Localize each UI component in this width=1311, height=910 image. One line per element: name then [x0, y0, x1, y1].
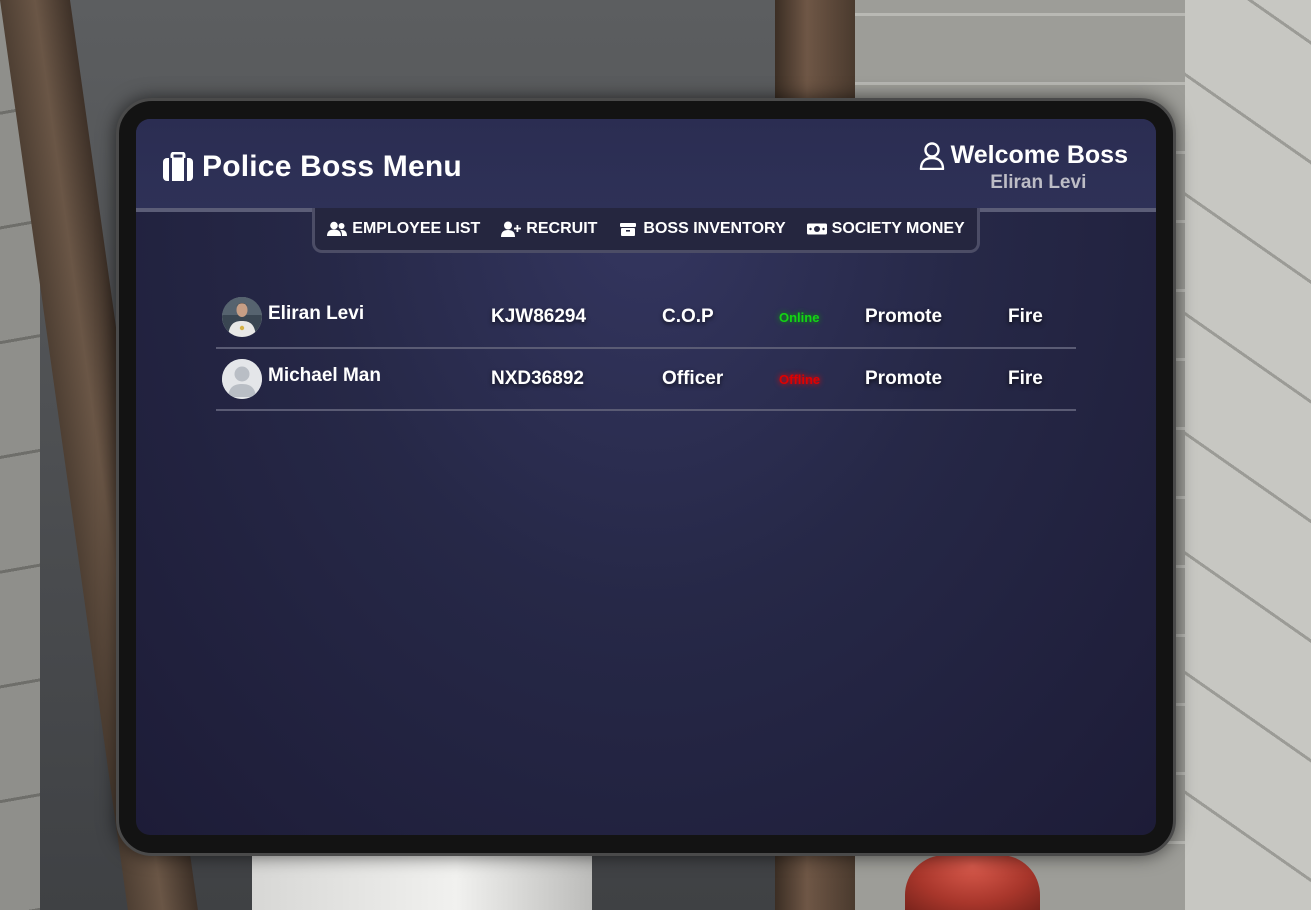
money-bill-icon	[806, 223, 827, 235]
tab-recruit[interactable]: RECRUIT	[501, 220, 597, 238]
employee-table: Eliran Levi KJW86294 C.O.P Online Promot…	[216, 287, 1076, 411]
tab-society-money-label: SOCIETY MONEY	[831, 220, 965, 237]
header: Police Boss Menu Welcome Boss Eliran Lev…	[136, 119, 1156, 212]
tab-society-money[interactable]: SOCIETY MONEY	[806, 220, 965, 238]
tablet-screen: Police Boss Menu Welcome Boss Eliran Lev…	[136, 119, 1156, 835]
tab-boss-inventory[interactable]: BOSS INVENTORY	[618, 220, 786, 238]
status-badge: Offline	[779, 371, 821, 387]
employee-rank: Officer	[662, 368, 724, 389]
welcome-title: Welcome Boss	[950, 141, 1128, 169]
employee-photo	[222, 297, 262, 337]
tab-boss-inventory-label: BOSS INVENTORY	[643, 220, 786, 237]
tab-recruit-label: RECRUIT	[526, 220, 598, 237]
boss-name: Eliran Levi	[990, 172, 1087, 193]
background-extinguisher	[905, 855, 1040, 910]
tab-employee-list[interactable]: EMPLOYEE LIST	[327, 220, 480, 238]
employee-name: Eliran Levi	[268, 303, 365, 324]
page-title: Police Boss Menu	[202, 150, 462, 183]
box-icon	[620, 223, 637, 236]
fire-button[interactable]: Fire	[1008, 287, 1043, 347]
table-row: Eliran Levi KJW86294 C.O.P Online Promot…	[216, 287, 1076, 349]
welcome-block: Welcome Boss Eliran Levi	[919, 141, 1128, 194]
employee-name: Michael Man	[268, 365, 381, 386]
title-group: Police Boss Menu	[162, 150, 462, 184]
employee-rank: C.O.P	[662, 306, 714, 327]
avatar	[222, 297, 262, 337]
promote-button[interactable]: Promote	[865, 287, 942, 347]
users-icon	[327, 221, 348, 236]
briefcase-icon	[163, 152, 193, 181]
nav-bar: EMPLOYEE LIST RECRUIT BOSS INVENTORY SOC…	[312, 208, 980, 253]
user-icon	[919, 141, 944, 170]
user-plus-icon	[501, 221, 522, 237]
table-row: Michael Man NXD36892 Officer Offline Pro…	[216, 349, 1076, 411]
fire-button[interactable]: Fire	[1008, 349, 1043, 409]
promote-button[interactable]: Promote	[865, 349, 942, 409]
tab-employee-list-label: EMPLOYEE LIST	[352, 220, 481, 237]
avatar	[222, 359, 262, 399]
employee-id: NXD36892	[491, 368, 584, 389]
default-avatar-icon	[222, 359, 262, 399]
status-badge: Online	[779, 309, 820, 325]
tablet-frame: Police Boss Menu Welcome Boss Eliran Lev…	[116, 98, 1176, 856]
employee-id: KJW86294	[491, 306, 587, 327]
background-character	[252, 850, 592, 910]
